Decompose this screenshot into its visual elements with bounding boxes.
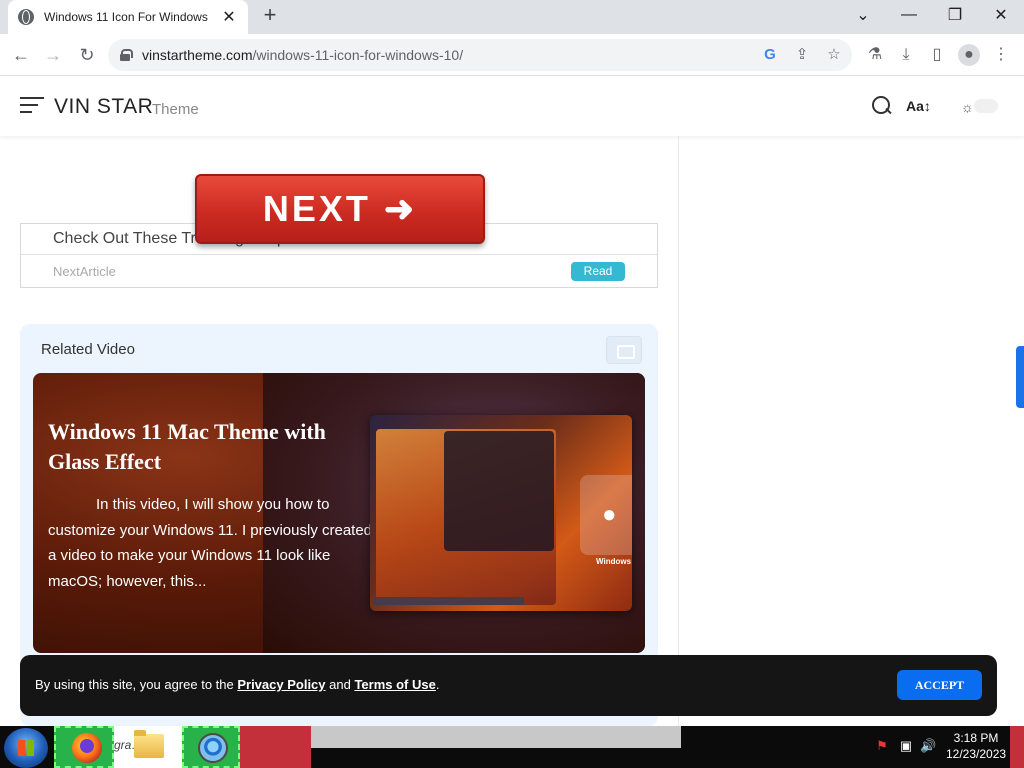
video-player[interactable]: Windows 11 Mac Theme with Glass Effect I… [33, 373, 645, 653]
flag-icon[interactable]: ⚑ [874, 738, 890, 754]
minimize-button[interactable]: — [886, 0, 932, 30]
thumbnail-label: Windows [596, 557, 632, 566]
screen: Windows 11 Icon For Windows 1 ✕ + ⌄ — ❐ … [0, 0, 1024, 768]
video-description: In this video, I will show you how to cu… [48, 496, 373, 590]
globe-icon [18, 9, 34, 25]
browser-toolbar: ← → ↻ vinstartheme.com /windows-11-icon-… [0, 34, 1024, 76]
close-window-button[interactable]: ✕ [978, 0, 1024, 30]
network-icon[interactable]: ▣ [898, 738, 914, 754]
side-tab[interactable] [1016, 346, 1024, 408]
cookie-prefix: By using this site, you agree to the [35, 677, 238, 692]
start-button[interactable] [4, 728, 48, 768]
taskbar-app[interactable] [240, 726, 311, 768]
clock[interactable]: 3:18 PM 12/23/2023 [946, 730, 1006, 762]
taskbar-folder[interactable]: gra… d fi [114, 726, 182, 768]
download-icon[interactable]: ⤓ [895, 44, 917, 66]
site-header: VIN STAR Theme Aa↕ ☼ [0, 76, 1024, 136]
new-tab-button[interactable]: + [258, 4, 282, 28]
share-icon[interactable]: ⇪ [792, 45, 812, 65]
search-icon[interactable] [872, 96, 892, 116]
next-article-label: NextArticle [53, 264, 116, 279]
cookie-suffix: . [435, 677, 440, 692]
apple-logo-icon: ● [602, 501, 617, 528]
back-button[interactable]: ← [8, 42, 34, 68]
profile-icon[interactable]: ● [958, 44, 980, 66]
logo-main[interactable]: VIN STAR [54, 95, 153, 119]
terms-of-use-link[interactable]: Terms of Use [354, 677, 435, 692]
clock-time: 3:18 PM [953, 731, 999, 745]
clock-date: 12/23/2023 [946, 747, 1007, 761]
menu-icon[interactable]: ⋮ [990, 44, 1012, 66]
logo-sub[interactable]: Theme [152, 101, 199, 118]
hamburger-menu-icon[interactable] [20, 97, 44, 115]
privacy-policy-link[interactable]: Privacy Policy [237, 677, 325, 692]
cookie-and: and [325, 677, 355, 692]
address-bar[interactable]: vinstartheme.com /windows-11-icon-for-wi… [108, 39, 852, 71]
cookie-banner: By using this site, you agree to the Pri… [20, 655, 997, 716]
volume-icon[interactable]: 🔊 [920, 738, 936, 754]
chrome-icon [198, 733, 228, 763]
next-banner-button[interactable]: NEXT ➜ [195, 174, 485, 244]
theme-toggle[interactable] [974, 99, 998, 113]
read-button[interactable]: Read [571, 262, 625, 281]
video-thumbnail: ● Windows [370, 415, 632, 611]
url-path: /windows-11-icon-for-windows-10/ [252, 47, 464, 63]
web-page: VIN STAR Theme Aa↕ ☼ Check Out These Tre… [0, 76, 1024, 726]
cookie-text: By using this site, you agree to the Pri… [35, 677, 439, 692]
sun-icon: ☼ [961, 99, 974, 115]
accept-button[interactable]: ACCEPT [897, 670, 982, 700]
thumbnail-dock [374, 597, 524, 605]
tab-title: Windows 11 Icon For Windows 1 [44, 10, 212, 24]
tab-search-icon[interactable]: ⌄ [840, 0, 886, 30]
divider [21, 254, 657, 255]
related-video-heading: Related Video [41, 341, 135, 358]
url-host: vinstartheme.com [142, 47, 253, 63]
taskbar: gra… d fi ⚑ ▣ 🔊 3:18 PM 12/23/2023 [0, 726, 1024, 768]
taskbar-firefox[interactable] [54, 726, 114, 768]
sidebar-divider [678, 136, 679, 726]
expand-video-icon[interactable] [606, 336, 642, 364]
taskbar-gray-area [311, 726, 681, 748]
forward-button[interactable]: → [40, 42, 66, 68]
font-size-icon[interactable]: Aa↕ [906, 98, 931, 114]
video-title: Windows 11 Mac Theme with Glass Effect [48, 419, 326, 474]
labs-icon[interactable]: ⚗ [864, 44, 886, 66]
restore-button[interactable]: ❐ [932, 0, 978, 30]
show-desktop-button[interactable] [1010, 726, 1024, 768]
side-panel-icon[interactable]: ▯ [926, 44, 948, 66]
folder-icon [134, 730, 164, 758]
browser-tabbar: Windows 11 Icon For Windows 1 ✕ + ⌄ — ❐ … [0, 0, 1024, 34]
taskbar-chrome[interactable] [182, 726, 240, 768]
bookmark-star-icon[interactable]: ☆ [824, 45, 844, 65]
thumbnail-window [444, 431, 554, 551]
google-icon[interactable]: G [760, 45, 780, 65]
reload-button[interactable]: ↻ [74, 42, 100, 68]
browser-tab[interactable]: Windows 11 Icon For Windows 1 ✕ [8, 0, 248, 34]
lock-icon[interactable] [120, 49, 133, 61]
tab-close-icon[interactable]: ✕ [220, 7, 238, 27]
firefox-icon [72, 733, 102, 763]
